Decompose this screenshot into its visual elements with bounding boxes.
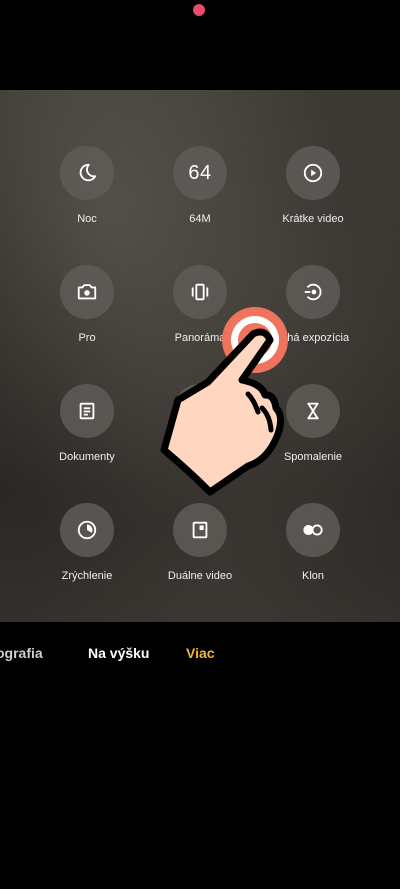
camera-icon: [60, 265, 114, 319]
long-exposure-icon: [286, 265, 340, 319]
mode-clone[interactable]: Klon: [253, 503, 373, 582]
64m-icon: 64: [173, 146, 227, 200]
mode-tab-bar: [0, 622, 400, 889]
front-camera-dot: [193, 4, 205, 16]
mode-label: Klon: [301, 570, 325, 582]
document-icon: [60, 384, 114, 438]
mode-night[interactable]: Noc: [27, 146, 147, 225]
mode-label: Krátke video: [282, 213, 344, 225]
mode-label: Zrýchlenie: [61, 570, 113, 582]
clone-icon: [286, 503, 340, 557]
hourglass-icon: [286, 384, 340, 438]
mode-pro[interactable]: Pro: [27, 265, 147, 344]
dual-video-icon: [173, 503, 227, 557]
mode-label: 64M: [189, 213, 211, 225]
mode-label: Pro: [78, 332, 96, 344]
moon-icon: [60, 146, 114, 200]
tab-portrait[interactable]: Na výšku: [88, 645, 149, 661]
64m-icon-text: 64: [188, 161, 212, 184]
mode-label: Duálne video: [167, 570, 233, 582]
tab-more[interactable]: Viac: [186, 645, 215, 661]
mode-label: Dokumenty: [59, 451, 115, 463]
tap-gesture-hand-icon: [160, 307, 288, 496]
status-area: [0, 0, 400, 90]
mode-label: Spomalenie: [283, 451, 343, 463]
mode-64m[interactable]: 64 64M: [140, 146, 260, 225]
tab-photo[interactable]: ografia: [0, 645, 43, 661]
mode-dual-video[interactable]: Duálne video: [140, 503, 260, 582]
play-circle-icon: [286, 146, 340, 200]
mode-label: Noc: [77, 213, 97, 225]
mode-timelapse[interactable]: Zrýchlenie: [27, 503, 147, 582]
mode-documents[interactable]: Dokumenty: [27, 384, 147, 463]
mode-short-video[interactable]: Krátke video: [253, 146, 373, 225]
timelapse-icon: [60, 503, 114, 557]
